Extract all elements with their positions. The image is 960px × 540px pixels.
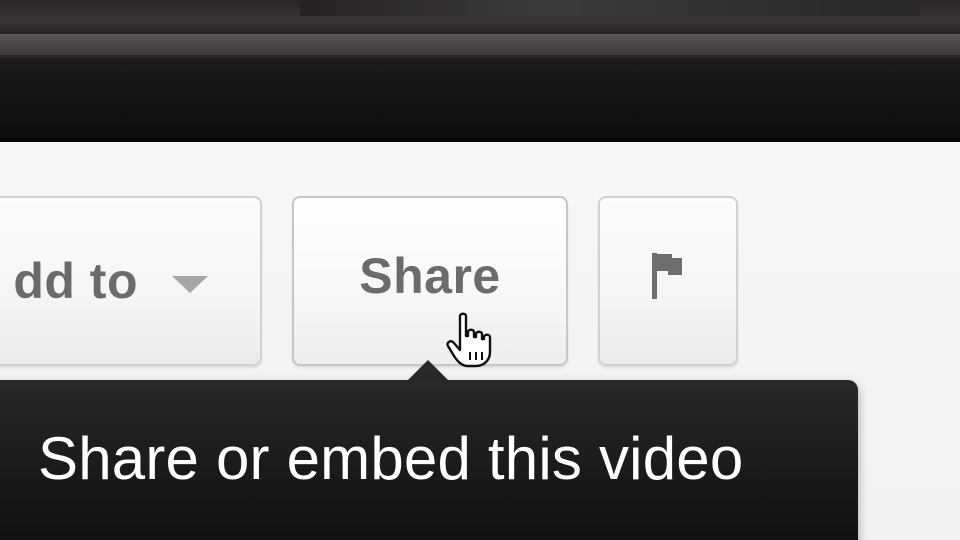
tooltip-text: Share or embed this video xyxy=(38,425,744,492)
hand-pointer-icon xyxy=(446,312,492,368)
video-frame[interactable] xyxy=(0,0,960,38)
flag-button[interactable] xyxy=(598,196,738,366)
player-control-bar xyxy=(0,58,960,142)
tooltip-arrow xyxy=(406,360,450,382)
flag-icon xyxy=(652,253,682,299)
add-to-label: dd to xyxy=(13,253,138,309)
share-label: Share xyxy=(359,248,501,304)
video-content xyxy=(300,0,920,16)
share-button[interactable]: Share xyxy=(292,196,568,366)
video-progress-bar[interactable] xyxy=(0,34,960,58)
add-to-button[interactable]: dd to xyxy=(0,196,262,366)
video-page: dd to Share Share or embed this video xyxy=(0,0,960,540)
chevron-down-icon xyxy=(172,275,208,293)
